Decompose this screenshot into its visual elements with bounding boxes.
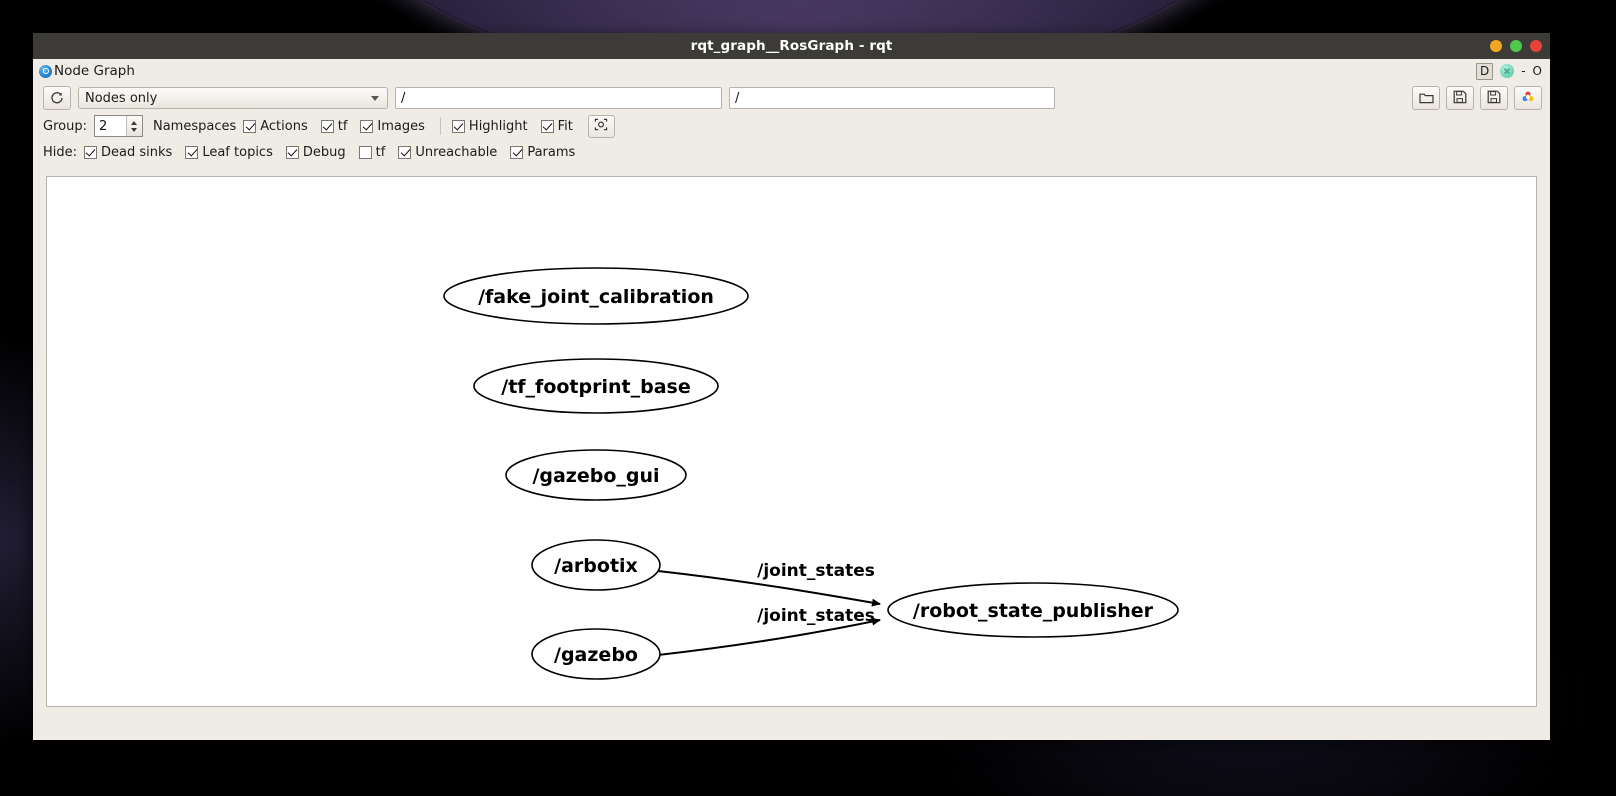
window-footer: [33, 710, 1550, 740]
checkbox-unreachable[interactable]: Unreachable: [398, 145, 497, 160]
checkbox-params[interactable]: Params: [510, 145, 575, 160]
graph-node-label: /tf_footprint_base: [501, 376, 690, 398]
checkbox-actions-box[interactable]: [243, 119, 257, 133]
graph-node-fake-joint-calibration[interactable]: /fake_joint_calibration: [443, 267, 749, 325]
checkbox-leaf-topics-box[interactable]: [185, 145, 199, 159]
checkbox-images[interactable]: Images: [360, 119, 425, 134]
hide-label: Hide:: [43, 144, 78, 160]
graph-toolbar: Nodes only / /: [33, 83, 1550, 113]
checkbox-dead-sinks[interactable]: Dead sinks: [84, 145, 172, 160]
namespaces-label: Namespaces: [152, 118, 237, 134]
checkbox-actions-label: Actions: [260, 118, 308, 134]
checkbox-tf-hide-label: tf: [375, 144, 386, 160]
checkbox-params-box[interactable]: [510, 145, 524, 159]
folder-icon: [1418, 89, 1434, 108]
panel-minimize-button[interactable]: -: [1521, 65, 1525, 77]
node-filter-input[interactable]: /: [395, 87, 722, 109]
graph-node-tf-footprint-base[interactable]: /tf_footprint_base: [473, 358, 719, 414]
checkbox-dead-sinks-label: Dead sinks: [101, 144, 173, 160]
window-close-button[interactable]: [1530, 40, 1542, 52]
save-image-button[interactable]: [1480, 86, 1508, 110]
ros-logo-icon: [39, 64, 52, 78]
checkbox-tf-group-box[interactable]: [320, 119, 334, 133]
dock-toggle-button[interactable]: D: [1475, 62, 1494, 80]
checkbox-params-label: Params: [527, 144, 576, 160]
checkbox-fit-label: Fit: [557, 118, 573, 134]
window-maximize-button[interactable]: [1510, 40, 1522, 52]
graph-node-robot-state-publisher[interactable]: /robot_state_publisher: [887, 582, 1179, 638]
graph-type-value: Nodes only: [85, 90, 158, 106]
toolbar-separator: [439, 117, 441, 135]
topic-filter-value: /: [735, 90, 740, 106]
node-graph-panel-header: Node Graph D - O: [33, 59, 1550, 83]
graph-node-gazebo-gui[interactable]: /gazebo_gui: [505, 449, 687, 501]
ros-graph-canvas[interactable]: /fake_joint_calibration /tf_footprint_ba…: [46, 176, 1537, 707]
graph-node-arbotix[interactable]: /arbotix: [531, 539, 661, 591]
checkbox-debug-label: Debug: [302, 144, 346, 160]
topic-filter-input[interactable]: /: [729, 87, 1055, 109]
color-scheme-button[interactable]: [1514, 86, 1542, 110]
checkbox-actions[interactable]: Actions: [243, 119, 308, 134]
checkbox-highlight[interactable]: Highlight: [451, 118, 528, 134]
node-filter-value: /: [401, 90, 406, 106]
stepper-down-icon[interactable]: [131, 127, 138, 132]
graph-node-label: /gazebo_gui: [532, 465, 659, 487]
checkbox-dead-sinks-box[interactable]: [84, 145, 98, 159]
checkbox-debug[interactable]: Debug: [285, 144, 346, 160]
checkbox-images-box[interactable]: [360, 119, 374, 133]
checkbox-tf-group-label: tf: [337, 118, 348, 134]
graph-node-label: /gazebo: [554, 644, 638, 666]
rqt-application-window: rqt_graph__RosGraph - rqt Node Graph D -…: [33, 33, 1550, 740]
checkbox-leaf-topics-label: Leaf topics: [202, 144, 273, 160]
checkbox-tf-hide-box[interactable]: [358, 145, 372, 159]
save-image-icon: [1487, 89, 1502, 108]
panel-header-controls: D - O: [1475, 62, 1542, 80]
checkbox-highlight-label: Highlight: [468, 118, 528, 134]
graph-node-label: /arbotix: [554, 555, 638, 577]
checkbox-unreachable-box[interactable]: [398, 145, 412, 159]
group-options-row: Group: 2 Namespaces Actions tf Images Hi…: [33, 113, 1550, 139]
window-controls: [1490, 33, 1542, 59]
graph-node-label: /fake_joint_calibration: [478, 286, 714, 308]
panel-close-icon[interactable]: [1500, 64, 1515, 78]
edge-label-joint-states-arbotix: /joint_states: [757, 561, 875, 581]
edge-label-joint-states-gazebo: /joint_states: [757, 606, 875, 626]
checkbox-images-label: Images: [377, 118, 425, 134]
graph-node-label: /robot_state_publisher: [913, 600, 1154, 622]
panel-title-group: Node Graph: [39, 63, 135, 79]
window-title-bar[interactable]: rqt_graph__RosGraph - rqt: [33, 33, 1550, 59]
window-minimize-button[interactable]: [1490, 40, 1502, 52]
load-dot-button[interactable]: [1412, 86, 1440, 110]
panel-float-button[interactable]: O: [1533, 65, 1542, 77]
save-dot-icon: [1453, 89, 1468, 108]
checkbox-tf-hide[interactable]: tf: [358, 144, 386, 160]
refresh-icon: [50, 91, 64, 105]
group-label: Group:: [43, 118, 87, 134]
graph-toolbar-actions: [1412, 86, 1542, 110]
palette-icon: [1521, 89, 1535, 108]
group-depth-value: 2: [98, 118, 108, 134]
checkbox-fit-box[interactable]: [540, 119, 554, 133]
graph-node-gazebo[interactable]: /gazebo: [531, 628, 661, 680]
ros-graph-svg: /fake_joint_calibration /tf_footprint_ba…: [443, 267, 1179, 680]
fit-in-view-icon: [594, 118, 608, 135]
checkbox-leaf-topics[interactable]: Leaf topics: [185, 145, 273, 160]
checkbox-tf-group[interactable]: tf: [320, 118, 348, 134]
refresh-button[interactable]: [43, 86, 71, 110]
checkbox-debug-box[interactable]: [285, 145, 299, 159]
checkbox-highlight-box[interactable]: [451, 119, 465, 133]
checkbox-unreachable-label: Unreachable: [415, 144, 498, 160]
group-depth-stepper[interactable]: 2: [93, 115, 143, 137]
stepper-up-icon[interactable]: [131, 120, 138, 125]
hide-options-row: Hide: Dead sinks Leaf topics Debug tf Un…: [33, 139, 1550, 165]
window-title: rqt_graph__RosGraph - rqt: [690, 38, 893, 54]
save-dot-button[interactable]: [1446, 86, 1474, 110]
stepper-arrows[interactable]: [125, 116, 142, 136]
checkbox-fit[interactable]: Fit: [540, 118, 573, 134]
fit-in-view-button[interactable]: [587, 114, 615, 138]
chevron-down-icon: [371, 95, 379, 101]
graph-type-combobox[interactable]: Nodes only: [78, 87, 388, 109]
panel-title: Node Graph: [54, 63, 135, 79]
